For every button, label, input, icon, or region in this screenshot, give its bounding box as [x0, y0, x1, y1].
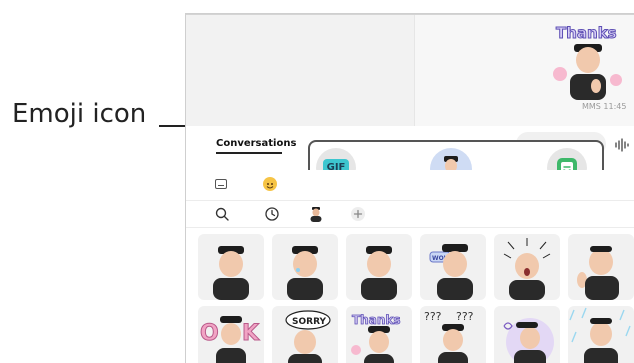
sticker-cell[interactable]: Thanks: [346, 306, 412, 363]
avatar-hand: [591, 79, 601, 93]
svg-text:K: K: [242, 321, 260, 346]
smiley-icon[interactable]: [263, 177, 277, 191]
avatar-face: [576, 47, 600, 73]
sticker-cell[interactable]: [494, 234, 560, 300]
svg-text:O: O: [200, 321, 219, 346]
sticker-label-sorry: SORRY: [292, 317, 327, 327]
input-mode-row: [186, 170, 634, 200]
avatar-category-icon[interactable]: [308, 206, 324, 222]
sticker-cell[interactable]: [568, 234, 634, 300]
clock-icon[interactable]: [264, 206, 280, 222]
sticker-cell[interactable]: WOW: [420, 234, 486, 300]
sticker-cell[interactable]: SORRY: [272, 306, 338, 363]
waveform-icon[interactable]: [614, 138, 630, 152]
sticker-category-row: [186, 200, 634, 228]
sticker-caption-text: Thanks: [556, 24, 617, 42]
screenshot-stage: Emoji icon Thanks MMS 11:45 Conversation…: [0, 0, 634, 363]
conversation-list-pane: [186, 14, 415, 126]
sticker-label-question: ???: [424, 310, 442, 323]
sticker-label-thanks: Thanks: [352, 313, 401, 327]
sticker-cell[interactable]: [272, 234, 338, 300]
tab-conversations[interactable]: Conversations: [216, 138, 296, 149]
svg-text:???: ???: [456, 310, 474, 323]
search-icon[interactable]: [214, 206, 230, 222]
sticker-flower: [553, 67, 567, 81]
top-divider: [186, 14, 634, 15]
tab-underline: [216, 152, 282, 154]
plus-icon[interactable]: [350, 206, 366, 222]
sticker-cell[interactable]: OK: [198, 306, 264, 363]
sticker-cell[interactable]: [198, 234, 264, 300]
received-avatar-sticker[interactable]: Thanks: [546, 18, 628, 102]
sticker-cell[interactable]: [568, 306, 634, 363]
callout-emoji-icon-label: Emoji icon: [12, 99, 147, 129]
phone-screen: Thanks MMS 11:45 Conversations GIF WOW O…: [185, 13, 634, 363]
sticker-flower: [610, 74, 622, 86]
sticker-cell[interactable]: [346, 234, 412, 300]
sticker-cell[interactable]: [494, 306, 560, 363]
keyboard-icon[interactable]: [215, 179, 227, 189]
message-timestamp: MMS 11:45: [582, 102, 627, 111]
sticker-cell[interactable]: ??????: [420, 306, 486, 363]
